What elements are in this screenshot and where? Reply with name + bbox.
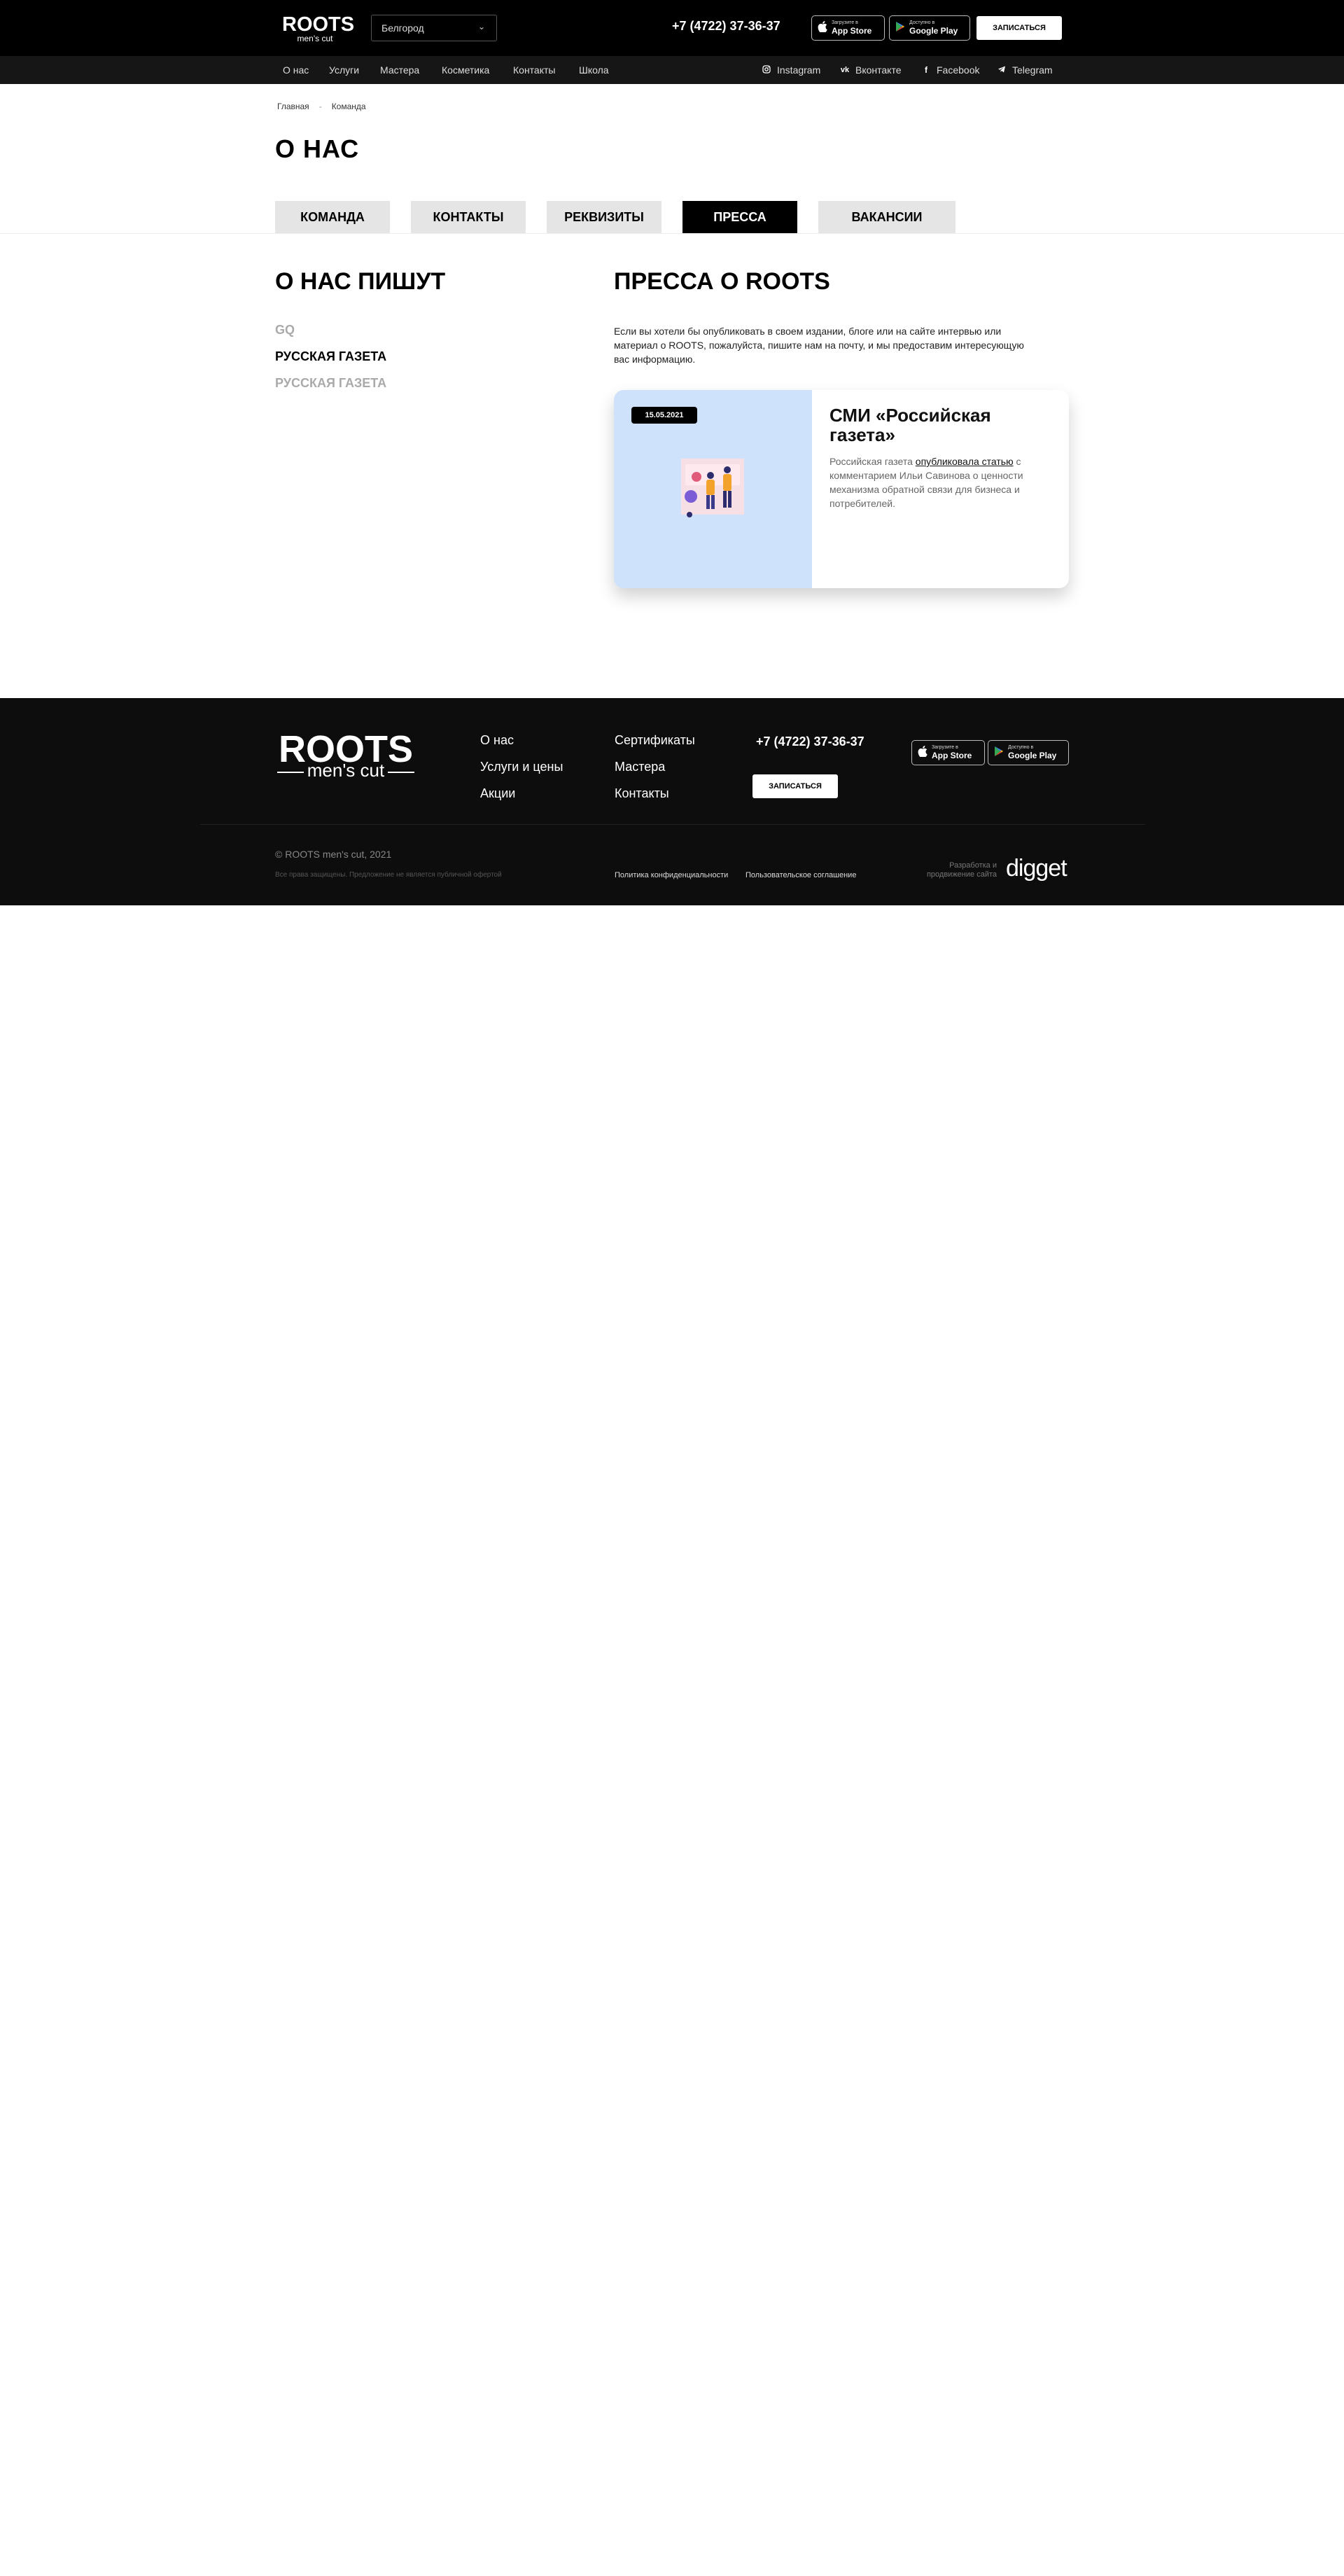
sidebar-title: О НАС ПИШУТ — [275, 268, 446, 295]
press-card-link[interactable]: опубликовала статью — [916, 456, 1014, 467]
tab-team[interactable]: КОМАНДА — [275, 201, 390, 233]
footer-agreement-link[interactable]: Пользовательское соглашение — [746, 871, 856, 879]
footer-link-promos[interactable]: Акции — [480, 786, 515, 801]
instagram-icon — [762, 64, 771, 76]
logo[interactable]: ROOTS men's cut — [282, 13, 355, 43]
footer-app-store-small: Загрузите в — [932, 745, 958, 750]
page: ROOTS men's cut Белгород ⌄ +7 (4722) 37-… — [0, 0, 1344, 2576]
google-play-small: Доступно в — [909, 20, 935, 25]
nav-item-services[interactable]: Услуги — [329, 64, 359, 76]
apple-icon — [818, 21, 827, 35]
city-value: Белгород — [382, 22, 424, 34]
social-telegram[interactable]: Telegram — [997, 64, 1053, 76]
header-phone[interactable]: +7 (4722) 37-36-37 — [672, 19, 780, 34]
social-label-facebook: Facebook — [937, 64, 980, 76]
footer-app-store-big: App Store — [932, 751, 972, 760]
page-title: О НАС — [275, 134, 360, 163]
main-intro: Если вы хотели бы опубликовать в своем и… — [614, 326, 1024, 365]
breadcrumb-separator: - — [318, 102, 322, 111]
social-facebook[interactable]: f Facebook — [921, 64, 979, 76]
telegram-icon — [997, 65, 1007, 76]
footer-google-play-button[interactable]: Доступно в Google Play — [988, 740, 1069, 765]
city-select[interactable]: Белгород ⌄ — [371, 15, 497, 41]
nav-item-cosmetics[interactable]: Косметика — [442, 64, 489, 76]
footer-link-services[interactable]: Услуги и цены — [480, 760, 563, 774]
press-card-text-before: Российская газета — [830, 456, 916, 467]
footer-divider — [200, 824, 1145, 825]
sidebar-item-rg[interactable]: РУССКАЯ ГАЗЕТА — [275, 376, 386, 391]
tab-requisites[interactable]: РЕКВИЗИТЫ — [547, 201, 662, 233]
developer-logo[interactable]: digget — [1006, 855, 1068, 882]
footer-app-store-button[interactable]: Загрузите в App Store — [911, 740, 985, 765]
social-label-vkontakte: Вконтакте — [855, 64, 902, 76]
nav-item-masters[interactable]: Мастера — [380, 64, 419, 76]
footer-link-contacts[interactable]: Контакты — [615, 786, 669, 801]
breadcrumb-current: Команда — [331, 102, 366, 111]
google-play-big: Google Play — [909, 26, 958, 36]
press-card-title: СМИ «Российская газета» — [830, 405, 991, 445]
tab-contacts[interactable]: КОНТАКТЫ — [411, 201, 526, 233]
footer-developer-line1: Разработка и — [949, 861, 997, 870]
google-play-icon — [994, 746, 1004, 760]
app-store-button[interactable]: Загрузите в App Store — [811, 15, 885, 41]
social-label-telegram: Telegram — [1012, 64, 1053, 76]
footer-google-play-big: Google Play — [1008, 751, 1057, 760]
vk-icon: vk — [840, 66, 850, 74]
press-card-text: Российская газета опубликовала статью с … — [830, 454, 1054, 510]
footer-link-masters[interactable]: Мастера — [615, 760, 665, 774]
chevron-down-icon: ⌄ — [477, 22, 485, 32]
facebook-icon: f — [925, 65, 927, 75]
footer-privacy-link[interactable]: Политика конфиденциальности — [615, 871, 728, 879]
sidebar-item-rg-active[interactable]: РУССКАЯ ГАЗЕТА — [275, 349, 386, 364]
footer-google-play-small: Доступно в — [1008, 745, 1034, 750]
tab-press[interactable]: ПРЕССА — [682, 201, 797, 233]
book-button[interactable]: ЗАПИСАТЬСЯ — [976, 16, 1062, 40]
app-store-small: Загрузите в — [832, 20, 858, 25]
footer-book-button[interactable]: ЗАПИСАТЬСЯ — [752, 774, 838, 798]
footer-rights: Все права защищены. Предложение не являе… — [275, 871, 502, 879]
footer-developer-caption: Разработка и продвижение сайта — [917, 861, 997, 879]
nav-item-school[interactable]: Школа — [579, 64, 609, 76]
sidebar-item-gq[interactable]: GQ — [275, 323, 295, 337]
nav-bar — [0, 56, 1344, 84]
footer-phone[interactable]: +7 (4722) 37-36-37 — [756, 734, 864, 749]
social-instagram[interactable]: Instagram — [762, 64, 820, 76]
press-card[interactable]: 15.05.2021 СМИ «Российская газета» Росси… — [614, 390, 1069, 588]
footer-logo[interactable]: ROOTS men's cut — [277, 730, 414, 780]
main-title: ПРЕССА О ROOTS — [614, 268, 830, 295]
breadcrumb: Главная - Команда — [277, 102, 366, 111]
footer-copyright: © ROOTS men's cut, 2021 — [275, 849, 392, 860]
footer-link-about[interactable]: О нас — [480, 733, 514, 748]
google-play-button[interactable]: Доступно в Google Play — [889, 15, 970, 41]
footer-link-certificates[interactable]: Сертификаты — [615, 733, 695, 748]
nav-item-contacts[interactable]: Контакты — [513, 64, 555, 76]
date-badge: 15.05.2021 — [631, 407, 697, 424]
social-vkontakte[interactable]: vk Вконтакте — [840, 64, 902, 76]
breadcrumb-home[interactable]: Главная — [277, 102, 309, 111]
tabs-divider — [0, 233, 1344, 234]
logo-main: ROOTS — [282, 13, 355, 36]
app-store-big: App Store — [832, 26, 872, 36]
footer-developer-line2: продвижение сайта — [926, 870, 997, 879]
apple-icon — [918, 746, 927, 760]
press-card-image: 15.05.2021 — [614, 390, 812, 588]
nav-item-about[interactable]: О нас — [283, 64, 309, 76]
google-play-icon — [895, 21, 905, 35]
footer-logo-sub: men's cut — [304, 760, 388, 780]
tab-vacancies[interactable]: ВАКАНСИИ — [818, 201, 955, 233]
press-illustration — [681, 459, 744, 517]
social-label-instagram: Instagram — [777, 64, 821, 76]
